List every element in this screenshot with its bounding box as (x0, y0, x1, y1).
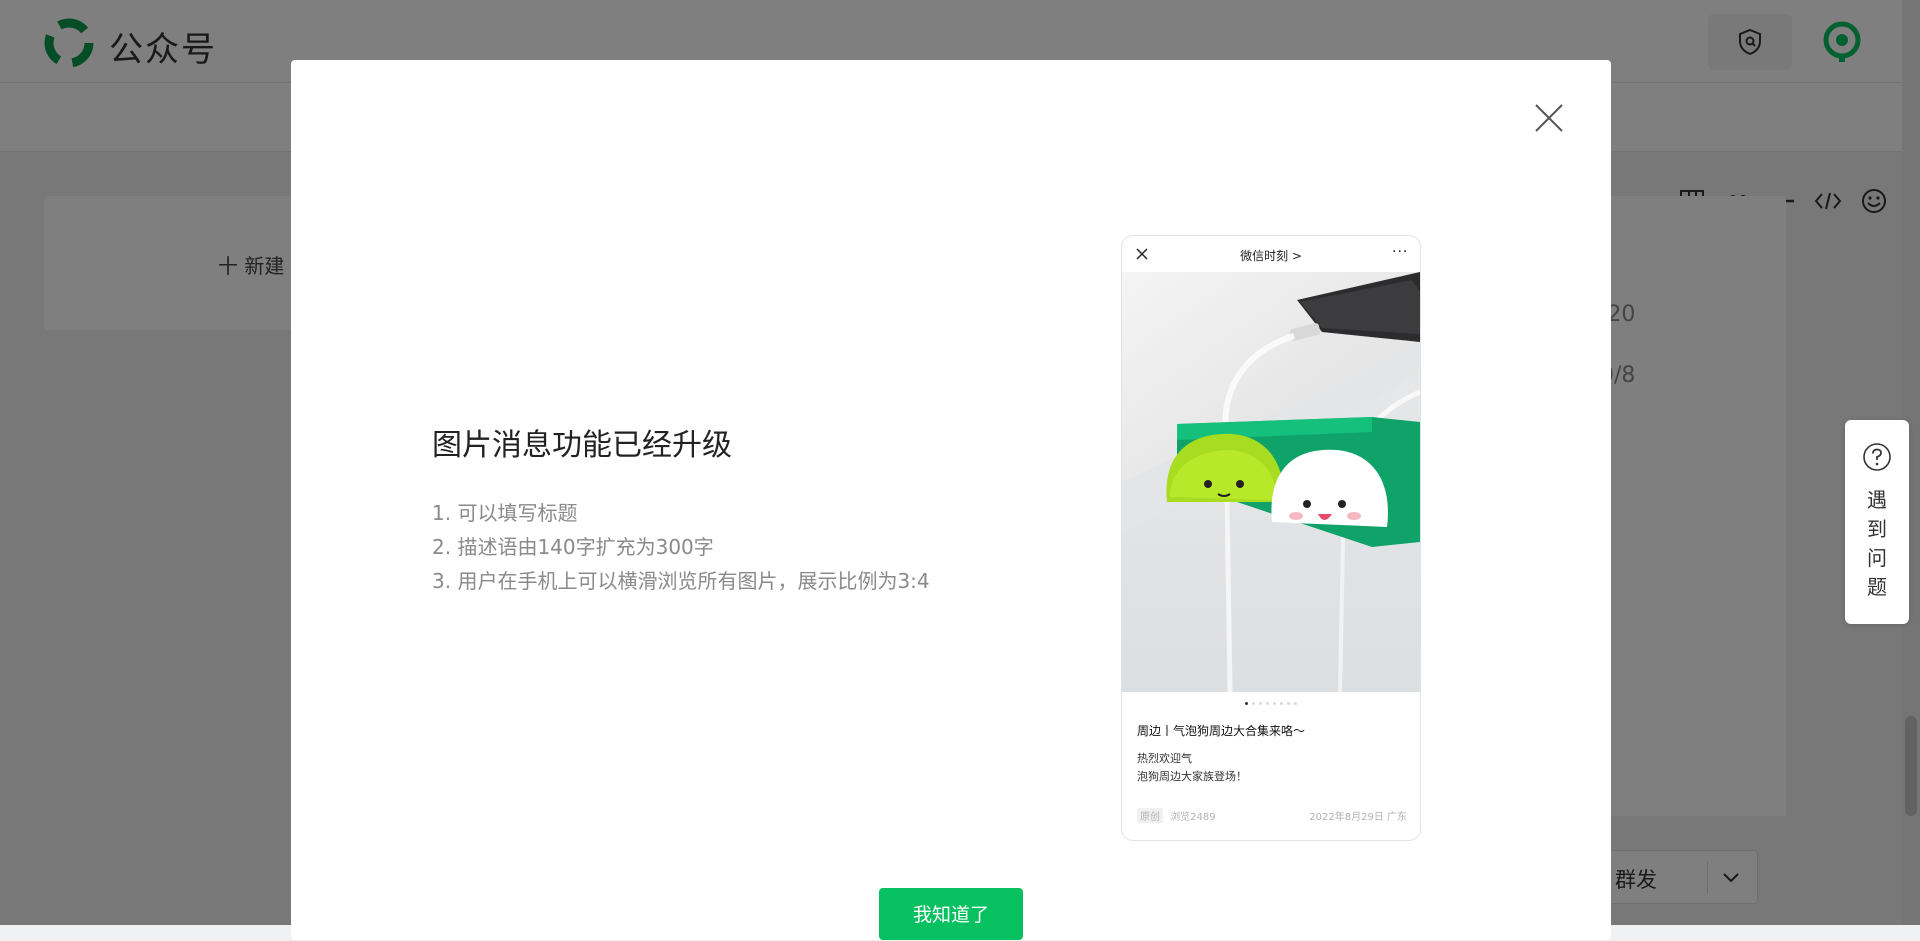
post-title: 周边丨气泡狗周边大合集来咯～ (1137, 724, 1306, 738)
product-photo (1122, 272, 1420, 692)
feature-item: 1. 可以填写标题 (432, 501, 578, 525)
help-label-char: 遇 (1867, 488, 1887, 512)
phone-preview: 微信时刻 > ··· 周边丨气泡狗周边大合集来咯～ 热烈欢迎气 泡狗周边大家族登… (1121, 235, 1421, 841)
help-label: 遇 到 问 题 (1845, 486, 1909, 602)
carousel-dot[interactable] (1259, 702, 1262, 705)
preview-header: 微信时刻 > ··· (1122, 236, 1420, 272)
carousel-dots[interactable] (1122, 702, 1420, 705)
help-label-char: 题 (1867, 575, 1887, 599)
post-description: 热烈欢迎气 泡狗周边大家族登场！ (1137, 750, 1247, 786)
carousel-dot[interactable] (1252, 702, 1255, 705)
feature-item: 2. 描述语由140字扩充为300字 (432, 535, 714, 559)
more-icon: ··· (1392, 244, 1409, 260)
feature-item: 3. 用户在手机上可以横滑浏览所有图片，展示比例为3:4 (432, 569, 930, 593)
carousel-dot[interactable] (1266, 702, 1269, 705)
dialog-title: 图片消息功能已经升级 (432, 428, 732, 463)
help-widget[interactable]: 遇 到 问 题 (1845, 420, 1909, 624)
preview-account-title: 微信时刻 > (1240, 249, 1302, 263)
carousel-dot[interactable] (1273, 702, 1276, 705)
post-footer: 原创 浏览2489 2022年8月29日 广东 (1137, 808, 1407, 824)
upgrade-notice-dialog: 图片消息功能已经升级 1. 可以填写标题 2. 描述语由140字扩充为300字 … (291, 60, 1611, 940)
carousel-dot[interactable] (1245, 702, 1248, 705)
help-label-char: 问 (1867, 546, 1887, 570)
post-date-location: 2022年8月29日 广东 (1309, 812, 1407, 823)
got-it-button[interactable]: 我知道了 (879, 888, 1023, 940)
view-count: 浏览2489 (1170, 812, 1216, 823)
post-desc-line: 热烈欢迎气 (1137, 752, 1192, 765)
help-label-char: 到 (1867, 517, 1887, 541)
carousel-dot[interactable] (1294, 702, 1297, 705)
carousel-dot[interactable] (1280, 702, 1283, 705)
original-tag: 原创 (1137, 808, 1163, 823)
carousel-dot[interactable] (1287, 702, 1290, 705)
post-desc-line: 泡狗周边大家族登场！ (1137, 770, 1247, 783)
close-icon[interactable] (1533, 102, 1565, 134)
question-circle-icon (1863, 443, 1891, 471)
feature-list: 1. 可以填写标题 2. 描述语由140字扩充为300字 3. 用户在手机上可以… (432, 496, 930, 598)
